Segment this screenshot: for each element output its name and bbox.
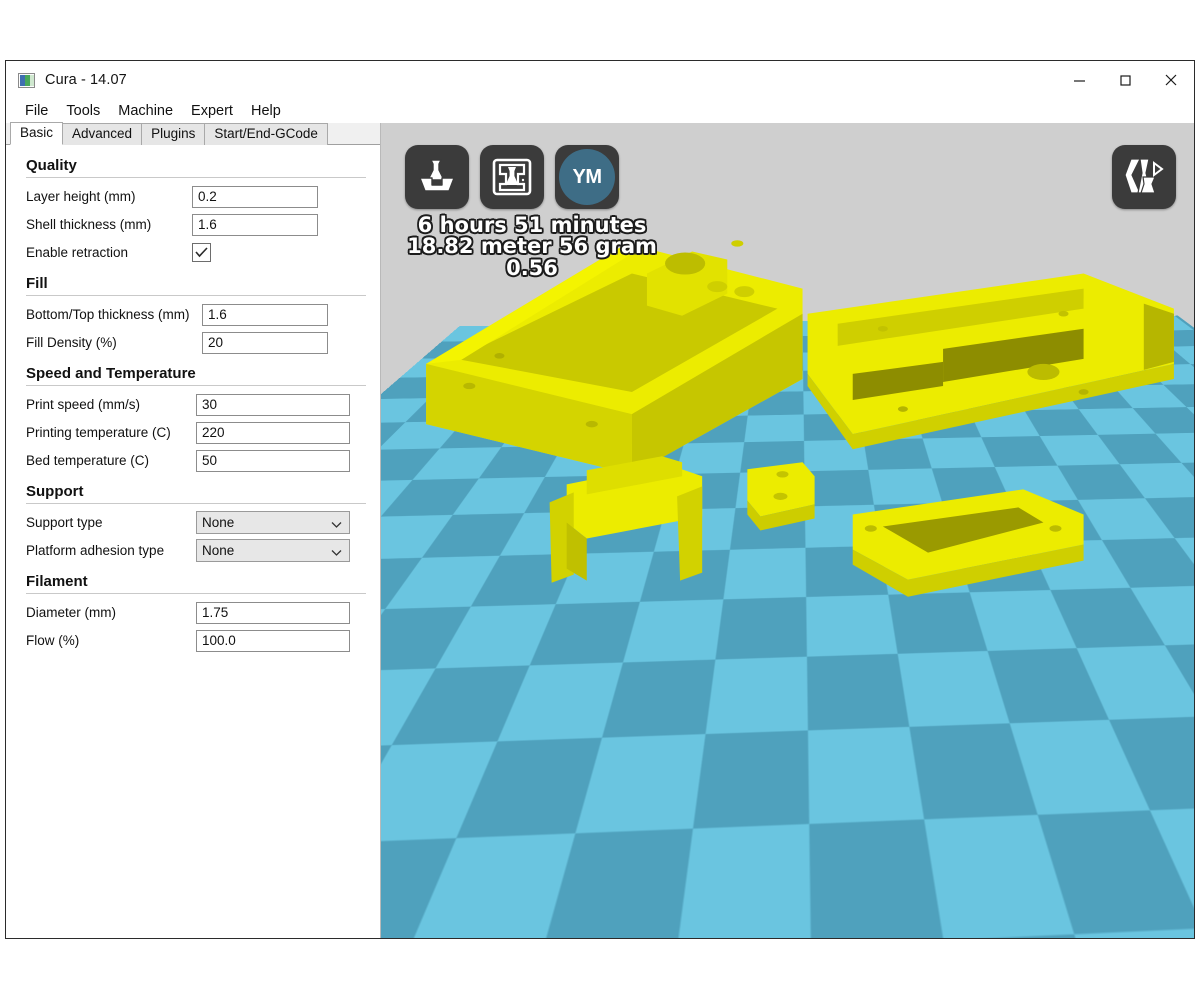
window-controls	[1056, 61, 1194, 99]
setting-row-fill-density: Fill Density (%) 20	[20, 330, 366, 355]
setting-row-platform-adhesion-type: Platform adhesion type None	[20, 538, 366, 563]
print-material: 18.82 meter 56 gram	[407, 234, 657, 259]
group-title-fill: Fill	[26, 275, 48, 292]
setting-label: Shell thickness (mm)	[26, 217, 152, 232]
tab-basic[interactable]: Basic	[10, 122, 64, 145]
tab-strip: Basic Advanced Plugins Start/End-GCode	[6, 122, 380, 145]
setting-row-bottom-top-thickness: Bottom/Top thickness (mm) 1.6	[20, 302, 366, 327]
window-title: Cura - 14.07	[45, 72, 127, 88]
maximize-button[interactable]	[1102, 61, 1148, 99]
menu-item-machine[interactable]: Machine	[109, 99, 182, 123]
support-type-select[interactable]: None	[196, 511, 350, 534]
setting-row-layer-height: Layer height (mm) 0.2	[20, 184, 366, 209]
youmagine-circle: YM	[559, 149, 615, 205]
setting-label: Bed temperature (C)	[26, 453, 150, 468]
menu-bar: File Tools Machine Expert Help	[6, 99, 1194, 123]
view-mode-icon[interactable]	[1112, 145, 1176, 209]
settings-panel: Basic Advanced Plugins Start/End-GCode Q…	[6, 122, 381, 938]
3d-viewport[interactable]: YM 6 hours 51 minutes 18.82 meter 56 gra…	[381, 123, 1194, 938]
viewport-toolbar: YM	[405, 145, 619, 209]
setting-row-bed-temperature: Bed temperature (C) 50	[20, 448, 366, 473]
menu-item-help[interactable]: Help	[242, 99, 290, 123]
close-button[interactable]	[1148, 61, 1194, 99]
display-bezel-frame[interactable]	[852, 489, 1084, 597]
tab-plugins[interactable]: Plugins	[141, 123, 206, 145]
tab-start-end-gcode[interactable]: Start/End-GCode	[204, 123, 328, 145]
setting-row-shell-thickness: Shell thickness (mm) 1.6	[20, 212, 366, 237]
group-divider	[26, 385, 366, 386]
bed-temperature-input[interactable]: 50	[196, 449, 350, 472]
chevron-down-icon	[331, 546, 342, 556]
setting-label: Support type	[26, 515, 103, 530]
youmagine-label: YM	[572, 165, 603, 188]
setting-row-diameter: Diameter (mm) 1.75	[20, 600, 366, 625]
print-time: 6 hours 51 minutes	[417, 213, 647, 237]
settings-group-fill: Fill Bottom/Top thickness (mm) 1.6 Fill …	[20, 275, 366, 355]
fill-density-input[interactable]: 20	[202, 331, 328, 354]
chevron-down-icon	[331, 518, 342, 528]
enable-retraction-checkbox[interactable]	[192, 243, 211, 262]
group-title-filament: Filament	[26, 573, 88, 590]
platform-adhesion-type-select[interactable]: None	[196, 539, 350, 562]
setting-label: Platform adhesion type	[26, 543, 165, 558]
settings-list: Quality Layer height (mm) 0.2 Shell thic…	[6, 145, 380, 938]
group-title-quality: Quality	[26, 157, 77, 174]
view-mode-button[interactable]	[1112, 145, 1176, 209]
printing-temperature-input[interactable]: 220	[196, 421, 350, 444]
platform-adhesion-type-value: None	[202, 543, 235, 558]
minimize-button[interactable]	[1056, 61, 1102, 99]
print-cost: 0.56	[506, 255, 558, 280]
setting-label: Fill Density (%)	[26, 335, 117, 350]
menu-item-tools[interactable]: Tools	[57, 99, 109, 123]
setting-row-flow: Flow (%) 100.0	[20, 628, 366, 653]
settings-group-speed-temperature: Speed and Temperature Print speed (mm/s)…	[20, 365, 366, 473]
menu-item-file[interactable]: File	[16, 99, 57, 123]
setting-label: Enable retraction	[26, 245, 129, 260]
setting-row-enable-retraction: Enable retraction	[20, 240, 366, 265]
group-title-support: Support	[26, 483, 84, 500]
setting-label: Printing temperature (C)	[26, 425, 171, 440]
setting-label: Print speed (mm/s)	[26, 397, 141, 412]
setting-label: Diameter (mm)	[26, 605, 116, 620]
setting-label: Layer height (mm)	[26, 189, 136, 204]
print-stats-overlay: 6 hours 51 minutes 18.82 meter 56 gram 0…	[387, 213, 677, 280]
group-title-speed-temperature: Speed and Temperature	[26, 365, 196, 382]
shell-thickness-input[interactable]: 1.6	[192, 213, 318, 236]
group-divider	[26, 177, 366, 178]
support-type-value: None	[202, 515, 235, 530]
spacer-puck[interactable]	[747, 462, 815, 531]
group-divider	[26, 295, 366, 296]
save-toolpath-icon[interactable]	[480, 145, 544, 209]
flow-input[interactable]: 100.0	[196, 629, 350, 652]
diameter-input[interactable]: 1.75	[196, 601, 350, 624]
cura-main-window: Cura - 14.07 File Tools Machine Expert H…	[5, 60, 1195, 939]
youmagine-icon[interactable]: YM	[555, 145, 619, 209]
cura-app-icon	[18, 72, 35, 88]
setting-row-printing-temperature: Printing temperature (C) 220	[20, 420, 366, 445]
bottom-top-thickness-input[interactable]: 1.6	[202, 303, 328, 326]
settings-group-support: Support Support type None Platform adhes…	[20, 483, 366, 563]
top-panel[interactable]	[807, 273, 1174, 450]
group-divider	[26, 503, 366, 504]
setting-label: Flow (%)	[26, 633, 80, 648]
menu-item-expert[interactable]: Expert	[182, 99, 242, 123]
group-divider	[26, 593, 366, 594]
setting-row-print-speed: Print speed (mm/s) 30	[20, 392, 366, 417]
load-model-icon[interactable]	[405, 145, 469, 209]
setting-row-support-type: Support type None	[20, 510, 366, 535]
bracket-clip[interactable]	[549, 456, 703, 583]
layer-height-input[interactable]: 0.2	[192, 185, 318, 208]
title-bar: Cura - 14.07	[6, 61, 1194, 99]
print-speed-input[interactable]: 30	[196, 393, 350, 416]
settings-group-filament: Filament Diameter (mm) 1.75 Flow (%) 100…	[20, 573, 366, 653]
setting-label: Bottom/Top thickness (mm)	[26, 307, 190, 322]
settings-group-quality: Quality Layer height (mm) 0.2 Shell thic…	[20, 157, 366, 265]
tab-advanced[interactable]: Advanced	[62, 123, 143, 145]
